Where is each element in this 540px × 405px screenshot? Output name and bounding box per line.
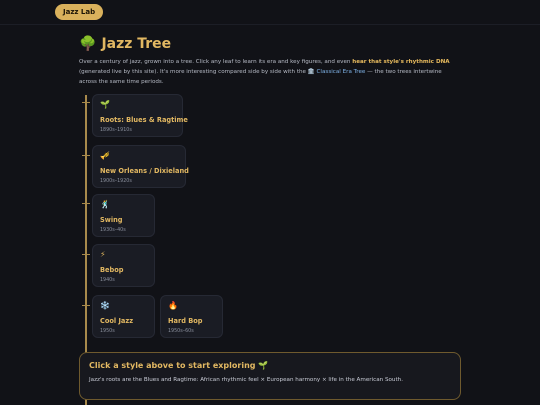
info-panel-title: Click a style above to start exploring 🌱: [89, 361, 269, 370]
building-icon: 🏛️: [307, 69, 315, 76]
style-card-bebop[interactable]: ⚡ Bebop 1940s: [92, 244, 155, 287]
trumpet-icon: 🎺: [100, 151, 110, 160]
intro-text-1: Over a century of jazz, grown into a tre…: [79, 59, 351, 65]
style-name: Roots: Blues & Ragtime: [100, 116, 188, 124]
intro-text-2: (generated live by this site). It's more…: [79, 69, 306, 76]
style-era: 1890s–1910s: [100, 128, 132, 133]
style-card-swing[interactable]: 🕺 Swing 1930s–40s: [92, 194, 155, 237]
fire-icon: 🔥: [168, 301, 178, 310]
style-era: 1950s: [100, 329, 115, 334]
tree-icon: 🌳: [79, 36, 97, 52]
style-era: 1950s–60s: [168, 329, 194, 334]
snowflake-icon: ❄️: [100, 301, 110, 310]
dancer-icon: 🕺: [100, 200, 110, 209]
style-name: Cool Jazz: [100, 317, 134, 325]
classical-tree-link[interactable]: 🏛️ Classical Era Tree: [308, 69, 366, 75]
style-name: New Orleans / Dixieland: [100, 167, 189, 175]
lightning-icon: ⚡: [100, 250, 106, 259]
branch-tick: [82, 203, 90, 204]
jazz-lab-nav-button[interactable]: Jazz Lab: [55, 4, 104, 20]
branch-tick: [82, 102, 90, 103]
style-era: 1900s–1920s: [100, 179, 132, 184]
style-card-cool-jazz[interactable]: ❄️ Cool Jazz 1950s: [92, 295, 155, 338]
classical-tree-link-label: Classical Era Tree: [316, 69, 366, 76]
style-card-hard-bop[interactable]: 🔥 Hard Bop 1950s–60s: [160, 295, 223, 338]
style-name: Bebop: [100, 266, 124, 274]
page-title: 🌳 Jazz Tree: [79, 36, 171, 52]
top-bar: Jazz Lab: [0, 0, 540, 25]
style-era: 1930s–40s: [100, 228, 126, 233]
branch-tick: [82, 305, 90, 306]
seedling-icon: 🌱: [100, 100, 110, 109]
branch-tick: [82, 254, 90, 255]
style-era: 1940s: [100, 278, 115, 283]
info-panel-text: Jazz's roots are the Blues and Ragtime: …: [89, 377, 403, 383]
branch-tick: [82, 155, 90, 156]
style-card-new-orleans[interactable]: 🎺 New Orleans / Dixieland 1900s–1920s: [92, 145, 189, 188]
intro-highlight: hear that style's rhythmic DNA: [352, 59, 450, 65]
page-title-text: Jazz Tree: [101, 36, 172, 52]
style-card-roots[interactable]: 🌱 Roots: Blues & Ragtime 1890s–1910s: [92, 94, 188, 137]
info-panel: Click a style above to start exploring 🌱…: [79, 352, 461, 400]
style-name: Swing: [100, 216, 123, 224]
intro-paragraph: Over a century of jazz, grown into a tre…: [79, 57, 459, 88]
style-name: Hard Bop: [168, 317, 203, 325]
